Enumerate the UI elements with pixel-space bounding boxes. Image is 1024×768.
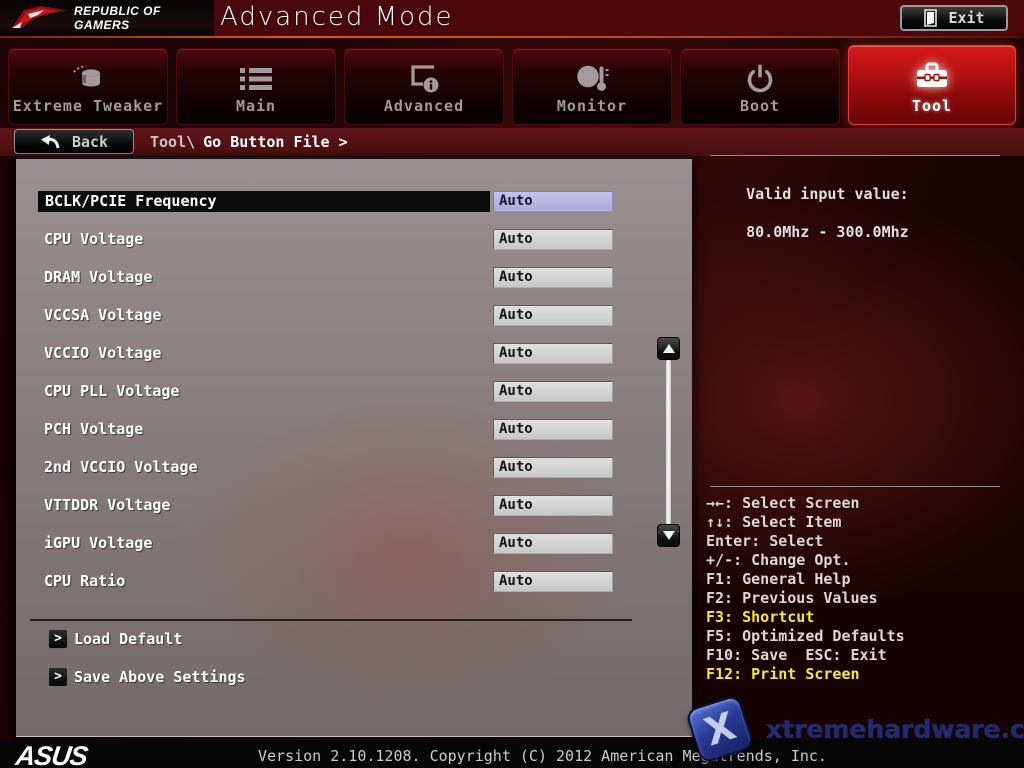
help-line: F2: Previous Values bbox=[706, 589, 878, 607]
rog-logo-block: REPUBLIC OF GAMERS bbox=[0, 0, 214, 36]
door-exit-icon bbox=[923, 9, 938, 27]
triangle-up-icon bbox=[662, 344, 675, 353]
value-select[interactable]: Auto bbox=[493, 305, 613, 326]
setting-row-bclk-pcie-frequency[interactable]: BCLK/PCIE Frequency Auto bbox=[16, 191, 692, 212]
value-select[interactable]: Auto bbox=[493, 495, 613, 516]
value-select[interactable]: Auto bbox=[493, 267, 613, 288]
setting-row-dram-voltage[interactable]: DRAM Voltage Auto bbox=[16, 267, 692, 288]
help-line: +/-: Change Opt. bbox=[706, 551, 851, 569]
value-select[interactable]: Auto bbox=[493, 343, 613, 364]
asus-logo: ASUS bbox=[13, 741, 90, 768]
tab-monitor[interactable]: Monitor bbox=[512, 48, 672, 125]
breadcrumb: Tool\ Go Button File > bbox=[150, 133, 348, 151]
setting-row-pch-voltage[interactable]: PCH Voltage Auto bbox=[16, 419, 692, 440]
value-select[interactable]: Auto bbox=[493, 533, 613, 554]
setting-row-vttddr-voltage[interactable]: VTTDDR Voltage Auto bbox=[16, 495, 692, 516]
divider bbox=[30, 619, 632, 621]
help-line: →←: Select Screen bbox=[706, 494, 860, 512]
help-line: ↑↓: Select Item bbox=[706, 513, 842, 531]
tab-main[interactable]: Main bbox=[176, 48, 336, 125]
breadcrumb-bar: Back Tool\ Go Button File > bbox=[0, 128, 1024, 156]
monitor-gauge-icon bbox=[513, 60, 671, 98]
list-icon bbox=[177, 60, 335, 98]
help-line: F1: General Help bbox=[706, 570, 851, 588]
value-select[interactable]: Auto bbox=[493, 229, 613, 250]
scroll-down-button[interactable] bbox=[657, 524, 680, 547]
chevron-right-icon: > bbox=[48, 667, 68, 687]
help-line: F3: Shortcut bbox=[706, 608, 815, 626]
triangle-down-icon bbox=[662, 531, 675, 540]
help-line: Enter: Select bbox=[706, 532, 824, 550]
help-line: F10: Save ESC: Exit bbox=[706, 646, 887, 664]
help-line: F12: Print Screen bbox=[706, 665, 860, 683]
value-select[interactable]: Auto bbox=[493, 457, 613, 478]
value-select[interactable]: Auto bbox=[493, 191, 613, 212]
top-bar: REPUBLIC OF GAMERS Advanced Mode Exit bbox=[0, 0, 1024, 36]
setting-row-2nd-vccio-voltage[interactable]: 2nd VCCIO Voltage Auto bbox=[16, 457, 692, 478]
value-select[interactable]: Auto bbox=[493, 419, 613, 440]
setting-row-vccsa-voltage[interactable]: VCCSA Voltage Auto bbox=[16, 305, 692, 326]
settings-panel: BCLK/PCIE Frequency Auto CPU Voltage Aut… bbox=[16, 157, 692, 737]
breadcrumb-current: Go Button File > bbox=[203, 133, 348, 151]
toolbox-icon bbox=[849, 57, 1015, 95]
tweaker-knob-icon bbox=[9, 60, 167, 98]
power-icon bbox=[681, 60, 839, 98]
setting-row-vccio-voltage[interactable]: VCCIO Voltage Auto bbox=[16, 343, 692, 364]
value-select[interactable]: Auto bbox=[493, 381, 613, 402]
back-arrow-icon bbox=[40, 134, 60, 150]
key-help-list: →←: Select Screen ↑↓: Select Item Enter:… bbox=[706, 494, 905, 684]
valid-input-hint: Valid input value: 80.0Mhz - 300.0Mhz bbox=[746, 185, 909, 241]
tab-advanced[interactable]: Advanced bbox=[344, 48, 504, 125]
tab-tool[interactable]: Tool bbox=[848, 45, 1016, 125]
breadcrumb-prefix: Tool\ bbox=[150, 133, 196, 151]
setting-row-cpu-ratio[interactable]: CPU Ratio Auto bbox=[16, 571, 692, 592]
setting-row-cpu-pll-voltage[interactable]: CPU PLL Voltage Auto bbox=[16, 381, 692, 402]
accent-line bbox=[0, 36, 1024, 38]
advanced-info-icon bbox=[345, 60, 503, 98]
setting-row-igpu-voltage[interactable]: iGPU Voltage Auto bbox=[16, 533, 692, 554]
page-title: Advanced Mode bbox=[220, 2, 454, 32]
brand-text: REPUBLIC OF GAMERS bbox=[74, 4, 161, 32]
back-button[interactable]: Back bbox=[14, 129, 134, 154]
watermark-text: xtremehardware.com bbox=[766, 715, 1024, 744]
setting-row-cpu-voltage[interactable]: CPU Voltage Auto bbox=[16, 229, 692, 250]
sidebar-divider-bottom bbox=[710, 486, 1000, 487]
tab-boot[interactable]: Boot bbox=[680, 48, 840, 125]
rog-logo-icon bbox=[10, 2, 70, 34]
tab-extreme-tweaker[interactable]: Extreme Tweaker bbox=[8, 48, 168, 125]
scrollbar-track[interactable] bbox=[666, 360, 671, 524]
help-line: F5: Optimized Defaults bbox=[706, 627, 905, 645]
chevron-right-icon: > bbox=[48, 629, 68, 649]
bios-screen: REPUBLIC OF GAMERS Advanced Mode Exit Ex… bbox=[0, 0, 1024, 768]
scroll-up-button[interactable] bbox=[657, 337, 680, 360]
exit-button[interactable]: Exit bbox=[900, 5, 1008, 31]
sidebar-divider-top bbox=[710, 155, 1000, 156]
value-select[interactable]: Auto bbox=[493, 571, 613, 592]
